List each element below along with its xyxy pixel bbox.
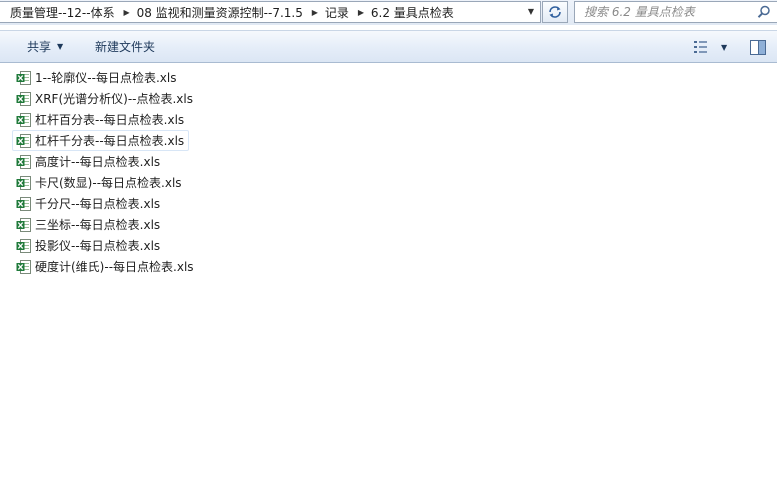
file-name[interactable]: 三坐标--每日点检表.xls <box>35 216 160 233</box>
new-folder-button[interactable]: 新建文件夹 <box>95 31 155 62</box>
preview-pane-button[interactable] <box>750 38 766 56</box>
excel-file-icon <box>16 196 31 211</box>
file-name[interactable]: 投影仪--每日点检表.xls <box>35 237 160 254</box>
excel-file-icon <box>16 238 31 253</box>
excel-file-icon <box>16 259 31 274</box>
file-item[interactable]: 高度计--每日点检表.xls <box>12 151 165 172</box>
breadcrumb-separator-icon[interactable]: ▶ <box>120 8 134 17</box>
excel-file-icon <box>16 175 31 190</box>
file-item[interactable]: XRF(光谱分析仪)--点检表.xls <box>12 88 198 109</box>
refresh-icon <box>549 6 561 18</box>
command-bar: 共享 ▼ 新建文件夹 ▼ <box>0 30 777 63</box>
breadcrumb-separator-icon[interactable]: ▶ <box>354 8 368 17</box>
excel-file-icon <box>16 70 31 85</box>
breadcrumb-item-gauge-check[interactable]: 6.2 量具点检表 <box>368 2 459 22</box>
file-item[interactable]: 卡尺(数显)--每日点检表.xls <box>12 172 187 193</box>
address-history-chevron-down-icon[interactable]: ▼ <box>524 5 538 19</box>
breadcrumb-item-quality[interactable]: 质量管理--12--体系 <box>0 2 120 22</box>
breadcrumb-label[interactable]: 记录 <box>322 4 354 21</box>
chevron-down-icon: ▼ <box>57 42 64 51</box>
excel-file-icon <box>16 217 31 232</box>
file-name[interactable]: 1--轮廓仪--每日点检表.xls <box>35 69 176 86</box>
file-name[interactable]: 硬度计(维氏)--每日点检表.xls <box>35 258 194 275</box>
file-name[interactable]: 高度计--每日点检表.xls <box>35 153 160 170</box>
excel-file-icon <box>16 91 31 106</box>
address-bar-region: 质量管理--12--体系 ▶ 08 监视和测量资源控制--7.1.5 ▶ 记录 … <box>0 0 777 25</box>
share-label: 共享 <box>27 40 52 54</box>
chevron-down-icon[interactable]: ▼ <box>721 43 727 52</box>
breadcrumb-item-monitoring[interactable]: 08 监视和测量资源控制--7.1.5 <box>134 2 308 22</box>
file-list: 1--轮廓仪--每日点检表.xls XRF(光谱分析仪)--点检表.xls 杠杆… <box>12 67 199 277</box>
file-name[interactable]: 千分尺--每日点检表.xls <box>35 195 160 212</box>
search-icon[interactable] <box>757 5 771 19</box>
file-item-focused[interactable]: 杠杆千分表--每日点检表.xls <box>12 130 190 151</box>
file-item[interactable]: 1--轮廓仪--每日点检表.xls <box>12 67 181 88</box>
file-item[interactable]: 硬度计(维氏)--每日点检表.xls <box>12 256 199 277</box>
file-item[interactable]: 投影仪--每日点检表.xls <box>12 235 165 256</box>
breadcrumb-label[interactable]: 08 监视和测量资源控制--7.1.5 <box>134 4 308 21</box>
file-name[interactable]: 杠杆千分表--每日点检表.xls <box>35 132 184 149</box>
share-button[interactable]: 共享 ▼ <box>27 31 63 62</box>
excel-file-icon <box>16 154 31 169</box>
search-box[interactable] <box>574 1 777 23</box>
search-input[interactable] <box>575 4 756 20</box>
breadcrumb-separator-icon[interactable]: ▶ <box>308 8 322 17</box>
breadcrumb[interactable]: 质量管理--12--体系 ▶ 08 监视和测量资源控制--7.1.5 ▶ 记录 … <box>0 1 541 23</box>
file-name[interactable]: 杠杆百分表--每日点检表.xls <box>35 111 184 128</box>
file-item[interactable]: 千分尺--每日点检表.xls <box>12 193 165 214</box>
file-item[interactable]: 三坐标--每日点检表.xls <box>12 214 165 235</box>
view-options-icon <box>694 41 707 53</box>
file-name[interactable]: 卡尺(数显)--每日点检表.xls <box>35 174 182 191</box>
breadcrumb-label[interactable]: 质量管理--12--体系 <box>0 4 120 21</box>
refresh-button[interactable] <box>542 1 568 23</box>
breadcrumb-label[interactable]: 6.2 量具点检表 <box>368 4 459 21</box>
view-options-button[interactable]: ▼ <box>693 37 727 57</box>
new-folder-label: 新建文件夹 <box>95 40 156 54</box>
excel-file-icon <box>16 112 31 127</box>
excel-file-icon <box>16 133 31 148</box>
file-name[interactable]: XRF(光谱分析仪)--点检表.xls <box>35 90 193 107</box>
file-item[interactable]: 杠杆百分表--每日点检表.xls <box>12 109 189 130</box>
breadcrumb-item-records[interactable]: 记录 <box>322 2 354 22</box>
preview-pane-icon <box>750 39 766 55</box>
